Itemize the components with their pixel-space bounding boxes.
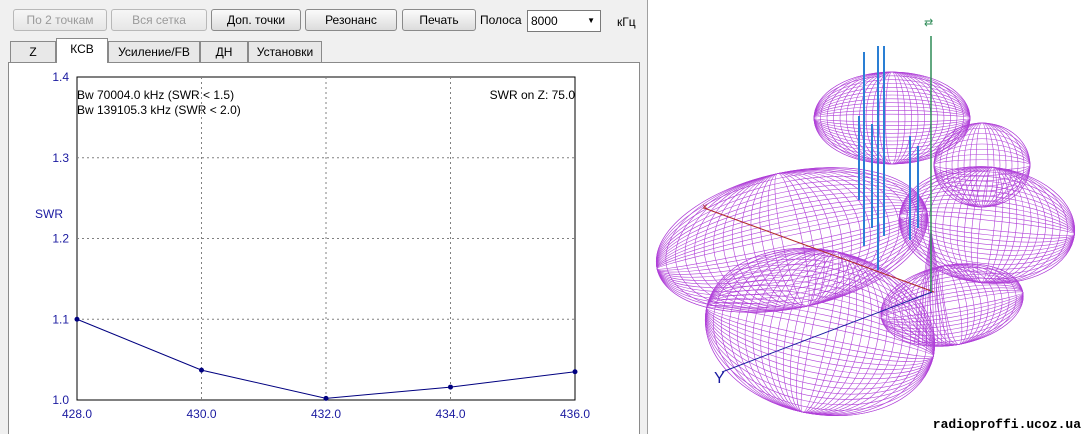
swr-data-point — [323, 395, 329, 401]
mesh-parallel — [705, 258, 935, 406]
mesh-meridian — [833, 71, 951, 165]
bw-info-line-2: Bw 139105.3 kHz (SWR < 2.0) — [77, 103, 241, 117]
y-axis-label: SWR — [35, 207, 63, 221]
swr-chart: 428.0 430.0 432.0 434.0 436.0 1.0 1.1 1.2 1.3 1.4… — [35, 70, 590, 421]
mesh-parallel — [705, 264, 935, 400]
watermark: radioproffi.ucoz.ua — [933, 417, 1081, 432]
y-tick-label: 1.2 — [52, 232, 69, 246]
band-label: Полоса — [480, 13, 522, 27]
pattern-lobe — [933, 122, 1031, 208]
mesh-parallel — [813, 106, 971, 130]
swr-data-point — [572, 369, 578, 375]
mesh-meridian — [813, 71, 971, 165]
x-tick-label: 428.0 — [62, 407, 92, 421]
band-select[interactable]: 8000 ▼ — [527, 10, 601, 32]
x-tick-label: 434.0 — [435, 407, 465, 421]
swr-data-point — [74, 316, 80, 322]
svg-text:×: × — [702, 202, 708, 213]
mesh-parallel — [813, 94, 971, 142]
x-tick-label: 436.0 — [560, 407, 590, 421]
tab-swr[interactable]: КСВ — [56, 38, 108, 63]
x-tick-label: 430.0 — [186, 407, 216, 421]
full-grid-button[interactable]: Вся сетка — [111, 9, 207, 31]
x-tick-label: 432.0 — [311, 407, 341, 421]
mesh-parallel — [813, 113, 971, 123]
band-unit: кГц — [617, 15, 636, 29]
swr-chart-panel: 428.0 430.0 432.0 434.0 436.0 1.0 1.1 1.2 1.3 1.4… — [8, 62, 640, 434]
bw-info-line-1: Bw 70004.0 kHz (SWR < 1.5) — [77, 88, 234, 102]
swr-data-point — [199, 367, 204, 373]
mesh-meridian — [839, 71, 945, 165]
mesh-meridian — [878, 71, 906, 165]
tab-settings[interactable]: Установки — [248, 41, 322, 62]
mesh-parallel — [813, 98, 971, 138]
mesh-meridian — [885, 71, 899, 165]
mesh-meridian — [977, 167, 997, 283]
extra-points-button[interactable]: Доп. точки — [211, 9, 301, 31]
mesh-meridian — [846, 71, 938, 165]
mesh-meridian — [969, 122, 995, 208]
y-tick-label: 1.0 — [52, 393, 69, 407]
mesh-meridian — [970, 166, 1004, 284]
band-value: 8000 — [531, 14, 558, 28]
mesh-meridian — [933, 122, 1031, 208]
chevron-down-icon: ▼ — [587, 16, 595, 25]
mesh-parallel — [933, 154, 1031, 176]
y-tick-label: 1.4 — [52, 70, 69, 84]
mesh-parallel — [813, 71, 971, 165]
tab-gain-fb[interactable]: Усиление/FB — [108, 41, 200, 62]
y-tick-label: 1.3 — [52, 151, 69, 165]
y-tick-label: 1.1 — [52, 312, 69, 326]
swr-on-z-label: SWR on Z: 75.0 — [490, 88, 576, 102]
mesh-parallel — [880, 281, 1024, 329]
mesh-parallel — [880, 284, 1024, 326]
resonance-button[interactable]: Резонанс — [305, 9, 397, 31]
swr-window: По 2 точкам Вся сетка Доп. точки Резонан… — [0, 0, 648, 434]
tab-z[interactable]: Z — [10, 41, 56, 62]
two-points-button[interactable]: По 2 точкам — [13, 9, 107, 31]
mesh-meridian — [859, 71, 925, 165]
z-axis-marker: ⇄ — [924, 17, 933, 29]
mesh-parallel — [813, 87, 971, 149]
mesh-meridian — [945, 122, 1019, 208]
radiation-pattern-3d: × Y ⇄ radioproffi.ucoz.ua — [655, 17, 1081, 432]
print-button[interactable]: Печать — [402, 9, 476, 31]
swr-data-point — [448, 384, 453, 390]
mesh-parallel — [933, 122, 1031, 208]
y-axis-text: Y — [714, 370, 725, 387]
mesh-parallel — [813, 102, 971, 134]
mesh-meridian — [963, 122, 1001, 208]
tab-pattern[interactable]: ДН — [200, 41, 248, 62]
pattern-lobe — [813, 71, 971, 165]
mesh-meridian — [975, 122, 989, 208]
mesh-parallel — [813, 110, 971, 126]
